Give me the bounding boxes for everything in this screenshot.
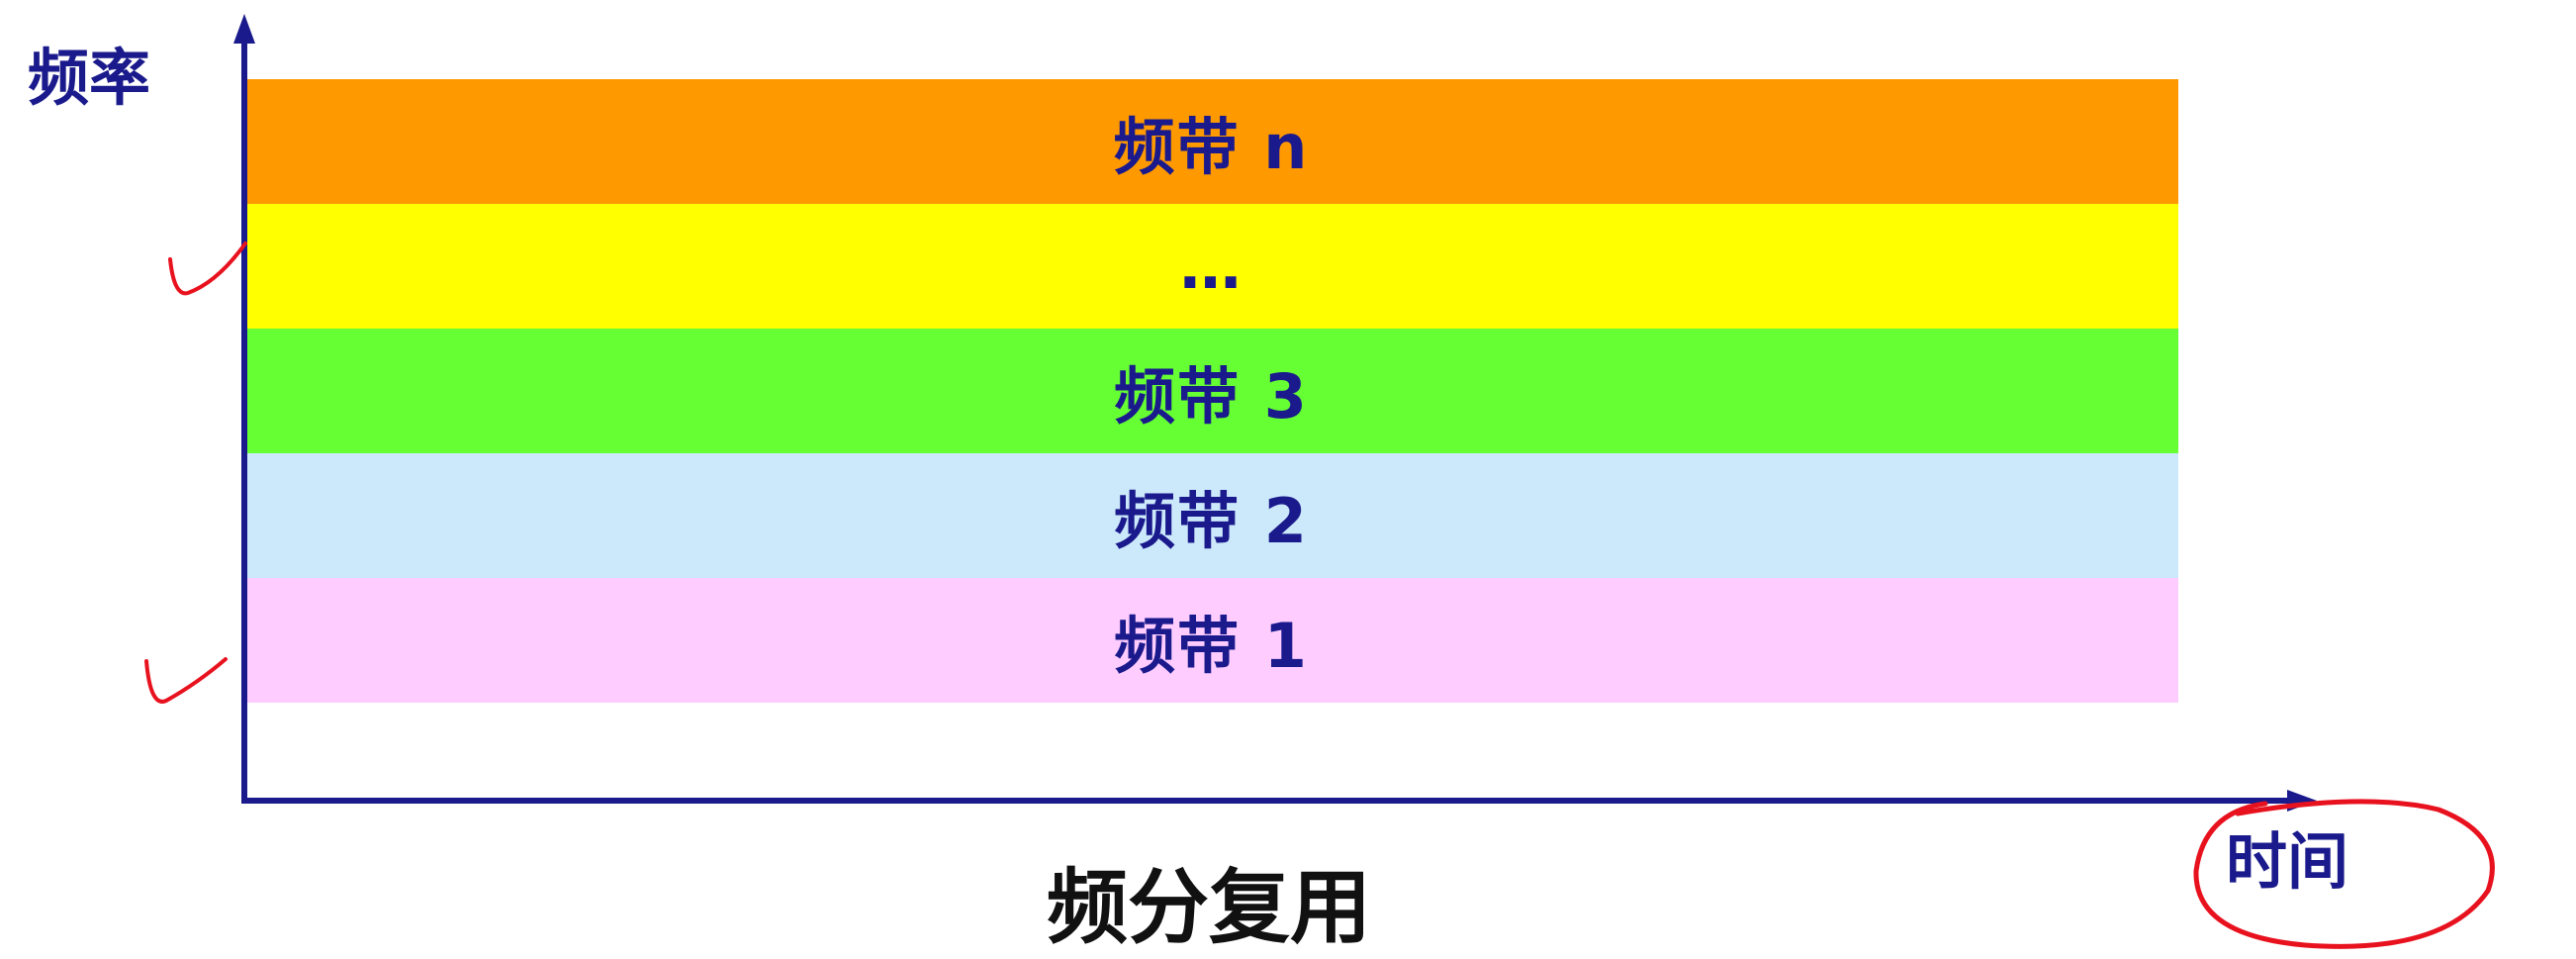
y-axis-label: 频率	[28, 42, 151, 114]
y-axis-arrowhead	[233, 14, 255, 44]
fdm-diagram: 频带 n … 频带 3 频带 2 频带 1 频率 时间 频分复用	[0, 0, 2576, 958]
axes-overlay	[144, 14, 2495, 949]
caption-text: 频分复用	[1046, 861, 1371, 955]
x-axis-arrowhead	[2287, 790, 2317, 812]
check-mark-lower-icon	[144, 657, 228, 704]
diagram-caption: 频分复用	[0, 841, 2576, 959]
check-mark-upper-icon	[168, 241, 247, 296]
